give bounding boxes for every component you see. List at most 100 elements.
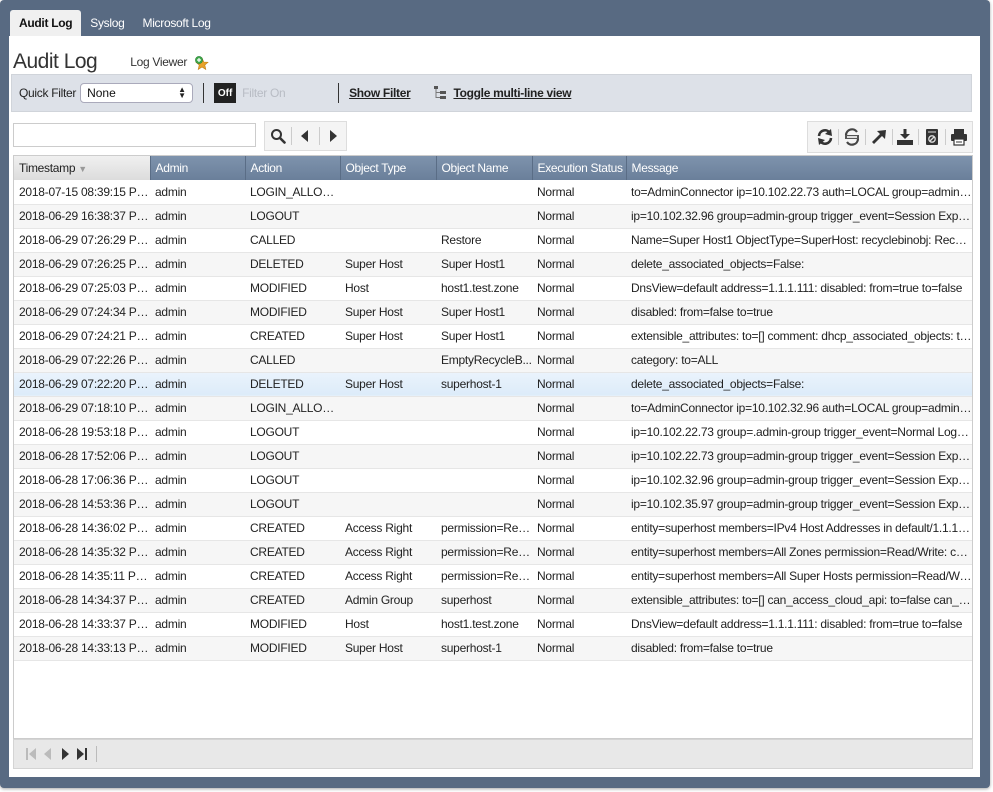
cell-timestamp: 2018-06-29 07:24:21 PDT <box>14 324 150 349</box>
divider <box>96 746 97 762</box>
cell-execution-status: Normal <box>532 612 626 637</box>
cell-action: LOGOUT <box>245 420 340 445</box>
column-header-object-name[interactable]: Object Name <box>436 156 533 180</box>
column-header-admin[interactable]: Admin <box>150 156 246 180</box>
cell-admin: admin <box>150 180 245 205</box>
cell-action: LOGOUT <box>245 492 340 517</box>
next-page-icon <box>61 748 69 760</box>
refresh-icon <box>817 129 833 145</box>
cell-timestamp: 2018-06-29 07:25:03 PDT <box>14 276 150 301</box>
table-row[interactable]: 2018-06-29 07:26:29 PDT admin CALLED Restor… <box>14 228 972 253</box>
table-row[interactable]: 2018-06-29 07:22:20 PDT admin DELETED Super… <box>14 372 972 397</box>
cell-message: extensible_attributes: to=[] can_access_… <box>626 588 972 613</box>
cell-timestamp: 2018-06-28 14:33:13 PDT <box>14 636 150 661</box>
table-row[interactable]: 2018-06-28 14:34:37 PDT admin CREATED Admin… <box>14 588 972 613</box>
cell-execution-status: Normal <box>532 492 626 517</box>
cell-admin: admin <box>150 204 245 229</box>
search-button[interactable] <box>265 125 291 147</box>
cell-admin: admin <box>150 396 245 421</box>
table-row[interactable]: 2018-06-29 07:24:34 PDT admin MODIFIED Supe… <box>14 300 972 325</box>
table-row[interactable]: 2018-06-29 07:18:10 PDT admin LOGIN_ALLOW.… <box>14 396 972 421</box>
table-row[interactable]: 2018-07-15 08:39:15 PDT admin LOGIN_ALLOW.… <box>14 180 972 205</box>
search-next-button[interactable] <box>320 125 346 147</box>
cell-admin: admin <box>150 420 245 445</box>
table-row[interactable]: 2018-06-28 17:06:36 PDT admin LOGOUT Normal… <box>14 468 972 493</box>
table-row[interactable]: 2018-06-28 14:35:32 PDT admin CREATED Acces… <box>14 540 972 565</box>
toggle-multiline-view-link[interactable]: Toggle multi-line view <box>453 86 571 100</box>
cell-message: entity=superhost members=All Super Hosts… <box>626 564 972 589</box>
tab-microsoft-log[interactable]: Microsoft Log <box>134 10 220 36</box>
follow-button[interactable] <box>866 126 892 148</box>
cell-action: DELETED <box>245 252 340 277</box>
cell-object-type: Access Right <box>340 564 436 589</box>
table-row[interactable]: 2018-06-28 14:35:11 PDT admin CREATED Acces… <box>14 564 972 589</box>
column-header-object-type[interactable]: Object Type <box>340 156 437 180</box>
table-row[interactable]: 2018-06-28 14:33:13 PDT admin MODIFIED Supe… <box>14 636 972 661</box>
table-row[interactable]: 2018-06-28 14:33:37 PDT admin MODIFIED Host… <box>14 612 972 637</box>
quick-filter-select[interactable]: None ▲ ▼ <box>80 83 194 103</box>
filter-toggle-off-button[interactable]: Off <box>214 83 237 103</box>
table-row[interactable]: 2018-06-29 07:25:03 PDT admin MODIFIED Host… <box>14 276 972 301</box>
cell-timestamp: 2018-06-28 17:06:36 PDT <box>14 468 150 493</box>
cell-message: to=AdminConnector ip=10.102.32.96 auth=L… <box>626 396 972 421</box>
next-page-button[interactable] <box>56 745 73 763</box>
table-row[interactable]: 2018-06-28 14:53:36 PDT admin LOGOUT Normal… <box>14 492 972 517</box>
auto-refresh-button[interactable] <box>839 126 865 148</box>
column-header-action[interactable]: Action <box>245 156 341 180</box>
first-page-button[interactable] <box>22 745 39 763</box>
cell-action: MODIFIED <box>245 636 340 661</box>
cell-action: LOGIN_ALLOW... <box>245 180 340 205</box>
cell-timestamp: 2018-06-29 07:26:25 PDT <box>14 252 150 277</box>
search-previous-button[interactable] <box>292 125 318 147</box>
table-row[interactable]: 2018-06-28 19:53:18 PDT admin LOGOUT Normal… <box>14 420 972 445</box>
tab-syslog[interactable]: Syslog <box>81 10 133 36</box>
print-button[interactable] <box>946 126 972 148</box>
table-row[interactable]: 2018-06-29 07:26:25 PDT admin DELETED Super… <box>14 252 972 277</box>
cell-action: MODIFIED <box>245 612 340 637</box>
cell-message: DnsView=default address=1.1.1.111: disab… <box>626 276 972 301</box>
cell-object-name: Restore <box>436 228 532 253</box>
cell-execution-status: Normal <box>532 636 626 661</box>
cell-admin: admin <box>150 276 245 301</box>
search-row <box>13 121 973 153</box>
page-title: Audit Log <box>13 50 98 73</box>
cell-message: ip=10.102.22.73 group=.admin-group trigg… <box>626 420 972 445</box>
tab-audit-log[interactable]: Audit Log <box>10 10 82 36</box>
cell-object-name: superhost <box>436 588 532 613</box>
column-header-timestamp[interactable]: Timestamp ▼ <box>14 156 151 180</box>
table-row[interactable]: 2018-06-29 07:22:26 PDT admin CALLED EmptyR… <box>14 348 972 373</box>
cell-execution-status: Normal <box>532 276 626 301</box>
column-header-message[interactable]: Message <box>626 156 972 180</box>
print-icon <box>951 129 968 146</box>
search-icon <box>271 129 286 144</box>
column-header-execution-status[interactable]: Execution Status <box>532 156 627 180</box>
cell-action: CREATED <box>245 564 340 589</box>
cell-timestamp: 2018-06-28 14:36:02 PDT <box>14 516 150 541</box>
cell-execution-status: Normal <box>532 396 626 421</box>
last-page-button[interactable] <box>73 745 90 763</box>
cell-admin: admin <box>150 348 245 373</box>
add-favorite-star-icon[interactable] <box>193 55 209 71</box>
filter-on-toggle[interactable]: Filter On <box>242 86 322 100</box>
table-row[interactable]: 2018-06-29 07:24:21 PDT admin CREATED Super… <box>14 324 972 349</box>
prev-page-button[interactable] <box>39 745 56 763</box>
cell-execution-status: Normal <box>532 348 626 373</box>
clear-log-button[interactable] <box>919 126 945 148</box>
refresh-button[interactable] <box>812 126 838 148</box>
cell-object-name: permission=Rea... <box>436 540 532 565</box>
cell-object-type: Super Host <box>340 324 436 349</box>
search-input[interactable] <box>13 123 256 147</box>
show-filter-link[interactable]: Show Filter <box>349 86 411 100</box>
cell-message: disabled: from=false to=true <box>626 636 972 661</box>
table-row[interactable]: 2018-06-29 16:38:37 PDT admin LOGOUT Normal… <box>14 204 972 229</box>
table-row[interactable]: 2018-06-28 14:36:02 PDT admin CREATED Acces… <box>14 516 972 541</box>
table-row[interactable]: 2018-06-28 17:52:06 PDT admin LOGOUT Normal… <box>14 444 972 469</box>
arrow-left-icon <box>301 130 309 142</box>
tree-view-icon <box>434 86 447 100</box>
cell-object-name <box>436 204 532 229</box>
cell-execution-status: Normal <box>532 444 626 469</box>
download-button[interactable] <box>893 126 919 148</box>
cell-object-type: Super Host <box>340 636 436 661</box>
cell-timestamp: 2018-07-15 08:39:15 PDT <box>14 180 150 205</box>
audit-log-panel: Audit Log Log Viewer Quick Filter None ▲… <box>9 36 980 777</box>
